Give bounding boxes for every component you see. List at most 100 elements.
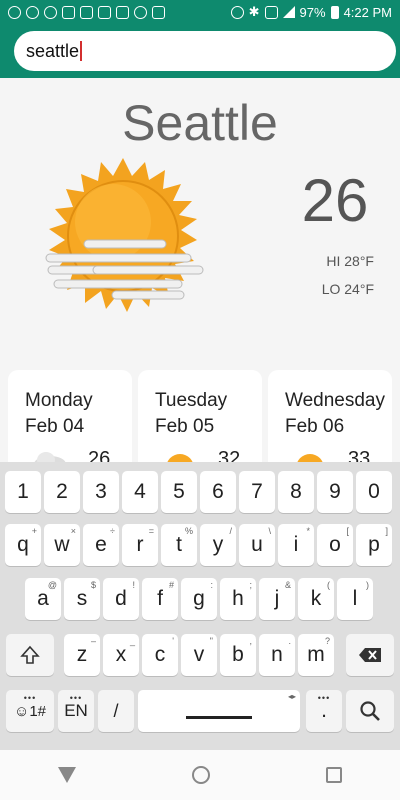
key-w[interactable]: w × [44,524,80,566]
notification-icon [26,5,39,19]
key-a[interactable]: a @ [25,578,61,620]
key-label: h [232,587,244,610]
key-4[interactable]: 4 [122,471,158,513]
search-key[interactable] [346,690,394,732]
backspace-key[interactable] [346,634,394,676]
key-label: t [176,533,182,556]
key-v[interactable]: v " [181,634,217,676]
key-label: e [95,533,107,556]
key-label: s [76,587,88,610]
signal-icon [282,6,295,18]
sync-icon [44,5,57,19]
key-hint: & [284,580,291,590]
key-d[interactable]: d! [103,578,139,620]
key-x[interactable]: x _ [103,634,139,676]
key-hint: # [168,580,174,590]
key-5[interactable]: 5 [161,471,197,513]
slash-label: / [113,700,119,721]
key-o[interactable]: o[ [317,524,353,566]
key-r[interactable]: r = [122,524,158,566]
key-f[interactable]: f # [142,578,178,620]
forecast-day: Tuesday [155,390,228,411]
back-icon[interactable] [58,767,76,783]
key-hint: ] [385,526,388,536]
key-hint: _ [129,636,135,646]
key-label: v [193,643,205,666]
sun-fog-icon [38,158,208,323]
key-h[interactable]: h; [220,578,256,620]
key-hint: @ [47,580,57,590]
period-key[interactable]: ••• . [306,690,342,732]
battery-percent: 97% [299,4,326,20]
key-hint: ! [132,580,135,590]
key-hint: : [210,580,213,590]
shift-key[interactable] [6,634,54,676]
key-hint: / [229,526,232,536]
key-hint: ' [172,636,174,646]
key-hint: % [184,526,193,536]
language-key[interactable]: ••• EN [58,690,94,732]
key-label: b [232,643,244,666]
forecast-date: Feb 04 [25,416,85,437]
space-key[interactable]: ◂▸ [138,690,300,732]
soft-keyboard: 1 2 3 4 5 6 7 8 9 0 q + w × e ÷ r = t% y / u \… [0,462,400,750]
slash-key[interactable]: / [98,690,134,732]
image-icon [80,5,93,19]
key-1[interactable]: 1 [5,471,41,513]
shield-icon [134,5,147,19]
key-label: m [307,643,325,666]
home-icon[interactable] [192,766,210,784]
key-b[interactable]: b, [220,634,256,676]
forecast-day: Wednesday [285,390,385,411]
key-i[interactable]: i * [278,524,314,566]
search-input[interactable]: seattle [14,31,396,71]
city-name: Seattle [122,95,278,151]
key-2[interactable]: 2 [44,471,80,513]
key-m[interactable]: m? [298,634,334,676]
key-label: k [310,587,322,610]
key-hint: * [306,526,310,536]
key-l[interactable]: l) [337,578,373,620]
key-9[interactable]: 9 [317,471,353,513]
key-label: w [54,533,70,556]
key-label: c [154,643,166,666]
key-0[interactable]: 0 [356,471,392,513]
key-8[interactable]: 8 [278,471,314,513]
key-s[interactable]: s $ [64,578,100,620]
key-label: r [136,533,144,556]
more-dots: ••• [69,693,83,703]
key-t[interactable]: t% [161,524,197,566]
key-q[interactable]: q + [5,524,41,566]
more-dots: ••• [23,693,37,703]
recent-apps-icon[interactable] [326,767,342,783]
key-n[interactable]: n. [259,634,295,676]
key-label: y [212,533,224,556]
key-hint: \ [268,526,271,536]
search-value: seattle [26,40,80,61]
key-u[interactable]: u \ [239,524,275,566]
key-7[interactable]: 7 [239,471,275,513]
key-hint: + [31,526,37,536]
forecast-day: Monday [25,390,93,411]
status-icons [8,5,165,19]
forecast-date: Feb 06 [285,416,345,437]
space-icon [186,715,252,719]
current-temperature: 26 [301,167,369,234]
low-temperature: LO 24°F [321,281,374,297]
key-hint: " [209,636,213,646]
key-j[interactable]: j & [259,578,295,620]
symbols-key[interactable]: ••• ☺1# [6,690,54,732]
key-g[interactable]: g: [181,578,217,620]
key-hint: ? [324,636,330,646]
key-y[interactable]: y / [200,524,236,566]
vpn-icon [116,5,129,19]
key-6[interactable]: 6 [200,471,236,513]
key-label: d [115,587,127,610]
key-e[interactable]: e ÷ [83,524,119,566]
key-p[interactable]: p] [356,524,392,566]
key-z[interactable]: z – [64,634,100,676]
key-3[interactable]: 3 [83,471,119,513]
key-k[interactable]: k( [298,578,334,620]
voicemail-icon [62,5,75,19]
key-c[interactable]: c ' [142,634,178,676]
